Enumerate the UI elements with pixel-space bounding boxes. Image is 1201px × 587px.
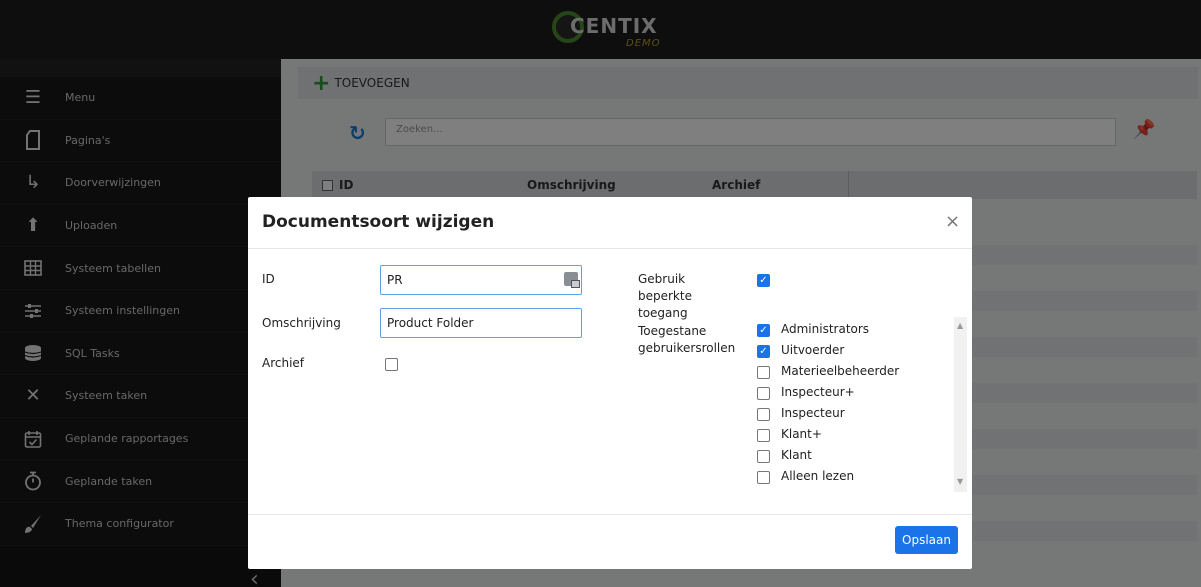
role-name: Materieelbeheerder (781, 364, 900, 378)
save-button[interactable]: Opslaan (895, 526, 958, 554)
dialog-title: Documentsoort wijzigen (262, 212, 495, 232)
role-checkbox[interactable] (757, 471, 770, 484)
role-name: Inspecteur+ (781, 385, 855, 399)
beperkt-checkbox[interactable]: ✓ (757, 274, 770, 287)
role-name: Inspecteur (781, 406, 845, 420)
role-name: Klant+ (781, 427, 822, 441)
id-label: ID (262, 272, 275, 286)
scroll-up-icon[interactable]: ▲ (957, 321, 963, 330)
id-field[interactable]: PR (380, 265, 582, 295)
role-name: Uitvoerder (781, 343, 845, 357)
role-checkbox[interactable] (757, 429, 770, 442)
dialog-footer-divider (248, 514, 972, 515)
roles-scrollbar[interactable]: ▲ ▼ (954, 317, 967, 492)
omschrijving-label: Omschrijving (262, 316, 341, 330)
rollen-label: Toegestane gebruikersrollen (638, 324, 736, 355)
role-checkbox[interactable] (757, 366, 770, 379)
archief-checkbox[interactable] (385, 358, 398, 371)
id-field-value: PR (387, 273, 403, 287)
role-name: Klant (781, 448, 812, 462)
roles-list: ✓ Administrators ✓ Uitvoerder Materieelb… (753, 320, 969, 492)
dialog-header: Documentsoort wijzigen × (248, 197, 972, 249)
edit-documenttype-dialog: Documentsoort wijzigen × ID PR Omschrijv… (248, 197, 972, 569)
role-checkbox[interactable] (757, 450, 770, 463)
role-name: Administrators (781, 322, 870, 336)
close-icon[interactable]: × (945, 211, 960, 232)
scroll-down-icon[interactable]: ▼ (957, 477, 963, 486)
lookup-icon[interactable] (564, 272, 580, 288)
role-checkbox[interactable]: ✓ (757, 345, 770, 358)
role-name: Alleen lezen (781, 469, 855, 483)
archief-label: Archief (262, 356, 305, 370)
role-checkbox[interactable] (757, 408, 770, 421)
beperkt-label: Gebruik beperkte toegang (638, 272, 692, 320)
role-checkbox[interactable]: ✓ (757, 324, 770, 337)
role-checkbox[interactable] (757, 387, 770, 400)
omschrijving-field[interactable]: Product Folder (380, 308, 582, 338)
